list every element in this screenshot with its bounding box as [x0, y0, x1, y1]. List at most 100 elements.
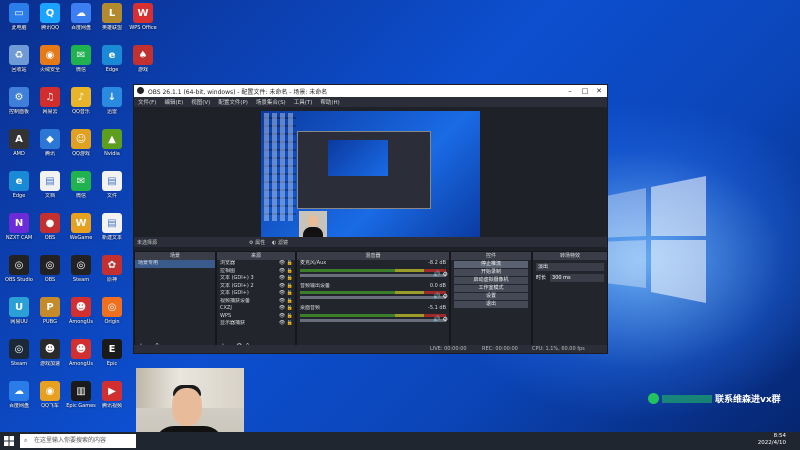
desktop-icon[interactable]: ▲ Nvidia [97, 129, 127, 167]
desktop-icon[interactable]: P PUBG [35, 297, 65, 335]
visibility-lock-icon[interactable]: 👁 🔓 [279, 305, 293, 313]
desktop-icon[interactable]: ♪ QQ音乐 [66, 87, 96, 125]
desktop-icon[interactable]: W WeGame [66, 213, 96, 251]
desktop-icon[interactable]: L 英雄联盟 [97, 3, 127, 41]
visibility-lock-icon[interactable]: 👁 🔓 [279, 275, 293, 283]
source-item[interactable]: 文本 (GDI+) 2 👁 🔓 [217, 283, 295, 291]
desktop-icon-label: QQ音乐 [72, 109, 90, 115]
visibility-lock-icon[interactable]: 👁 🔓 [279, 290, 293, 298]
menu-item[interactable]: 视图(V) [191, 98, 210, 106]
desktop-icon[interactable]: E Epic [97, 339, 127, 377]
desktop-icon[interactable]: ☻ AmongUs [66, 297, 96, 335]
app-icon: ☻ [71, 339, 91, 359]
desktop-icon[interactable]: ▥ Epic Games [66, 381, 96, 419]
wechat-icon [648, 393, 659, 404]
source-item[interactable]: 拉相图 👁 🔓 [217, 268, 295, 276]
visibility-lock-icon[interactable]: 👁 🔓 [279, 298, 293, 306]
volume-slider[interactable]: 🔊 ⚙ [300, 271, 448, 278]
source-item[interactable]: 文本 (GDI+) 3 👁 🔓 [217, 275, 295, 283]
mute-settings-icon[interactable]: 🔊 ⚙ [433, 316, 448, 323]
visibility-lock-icon[interactable]: 👁 🔓 [279, 283, 293, 291]
volume-slider[interactable]: 🔊 ⚙ [300, 316, 448, 323]
menu-item[interactable]: 帮助(H) [320, 98, 339, 106]
desktop-icon[interactable]: A AMD [4, 129, 34, 167]
desktop-icon[interactable]: W WPS Office [128, 3, 158, 41]
menu-item[interactable]: 配置文件(P) [218, 98, 248, 106]
windows-start-icon[interactable] [4, 436, 14, 446]
desktop-icon[interactable]: ♫ 网易云 [35, 87, 65, 125]
control-button[interactable]: 设置 [454, 293, 528, 300]
desktop-icon[interactable]: ☁ 百度网盘 [4, 381, 34, 419]
source-item[interactable]: CXZJ 👁 🔓 [217, 305, 295, 313]
duration-label: 时长 [536, 275, 547, 281]
source-item[interactable]: 显示器捕获 👁 🔓 [217, 320, 295, 328]
desktop-icon[interactable]: Q 腾讯QQ [35, 3, 65, 41]
desktop-icon[interactable]: ◎ OBS Studio [4, 255, 34, 293]
desktop-icon[interactable]: ▶ 腾讯视频 [97, 381, 127, 419]
source-toolbar: 未选择源 ⚙ 属性 ◐ 滤镜 [134, 237, 607, 247]
desktop-icon[interactable]: ● OBS [35, 213, 65, 251]
visibility-lock-icon[interactable]: 👁 🔓 [279, 268, 293, 276]
menu-item[interactable]: 工具(T) [294, 98, 313, 106]
transition-select[interactable]: 淡出 [536, 263, 604, 271]
obs-titlebar[interactable]: OBS 26.1.1 (64-bit, windows) - 配置文件: 未命名… [134, 85, 607, 97]
desktop-icon[interactable]: ☁ 百度网盘 [66, 3, 96, 41]
desktop-icon[interactable]: ◆ 腾讯 [35, 129, 65, 167]
desktop-icon[interactable]: ☻ AmongUs [66, 339, 96, 377]
volume-slider[interactable]: 🔊 ⚙ [300, 293, 448, 300]
desktop-icon[interactable]: U 网易UU [4, 297, 34, 335]
source-item[interactable]: WPS 👁 🔓 [217, 313, 295, 321]
control-button[interactable]: 退出 [454, 301, 528, 308]
desktop-icon[interactable]: ✿ 原神 [97, 255, 127, 293]
maximize-button[interactable]: □ [578, 85, 592, 97]
menu-item[interactable]: 场景集合(S) [256, 98, 286, 106]
desktop-icon[interactable]: ▤ 文件 [97, 171, 127, 209]
minimize-button[interactable]: – [563, 85, 577, 97]
mute-settings-icon[interactable]: 🔊 ⚙ [433, 293, 448, 300]
desktop-icon[interactable]: ♠ 游戏 [128, 45, 158, 83]
taskbar-search-input[interactable]: ⌕ 在这里输入你要搜索的内容 [20, 434, 136, 448]
desktop-icon[interactable]: ◎ Origin [97, 297, 127, 335]
duration-input[interactable]: 300 ms [550, 274, 604, 282]
visibility-lock-icon[interactable]: 👁 🔓 [279, 320, 293, 328]
desktop-icon[interactable]: ↓ 迅雷 [97, 87, 127, 125]
preview-webcam [299, 211, 327, 237]
menu-item[interactable]: 编辑(E) [164, 98, 183, 106]
taskbar-clock[interactable]: 8:54 2022/4/10 [758, 433, 786, 447]
desktop-icon[interactable]: e Edge [97, 45, 127, 83]
desktop-icon[interactable]: N NZXT CAM [4, 213, 34, 251]
desktop-icon[interactable]: ◉ 火绒安全 [35, 45, 65, 83]
control-button[interactable]: 启动虚拟摄像机 [454, 277, 528, 284]
source-item[interactable]: 视频捕获设备 👁 🔓 [217, 298, 295, 306]
visibility-lock-icon[interactable]: 👁 🔓 [279, 260, 293, 268]
obs-window[interactable]: OBS 26.1.1 (64-bit, windows) - 配置文件: 未命名… [133, 84, 608, 354]
control-button[interactable]: 工作室模式 [454, 285, 528, 292]
desktop-icon[interactable]: ⚙ 控制面板 [4, 87, 34, 125]
mixer-channel-name: 音频输出设备 [300, 282, 331, 289]
desktop-icon[interactable]: ✉ 微信 [66, 45, 96, 83]
desktop-icon[interactable]: ◉ QQ飞车 [35, 381, 65, 419]
scene-item[interactable]: 场景专用 [135, 260, 215, 268]
desktop-icon[interactable]: ◎ Steam [4, 339, 34, 377]
menu-item[interactable]: 文件(F) [138, 98, 156, 106]
scenes-dock: 场景 场景专用 + − ⌃ ⌄ [134, 251, 216, 353]
desktop-icon[interactable]: ☺ QQ游戏 [66, 129, 96, 167]
filters-button[interactable]: ◐ 滤镜 [272, 239, 288, 246]
close-button[interactable]: ✕ [592, 85, 606, 97]
desktop-icon[interactable]: ◎ OBS [35, 255, 65, 293]
control-button[interactable]: 开始录制 [454, 269, 528, 276]
desktop-icon[interactable]: ♻ 回收站 [4, 45, 34, 83]
visibility-lock-icon[interactable]: 👁 🔓 [279, 313, 293, 321]
desktop-icon[interactable]: ▤ 新建文本 [97, 213, 127, 251]
control-button[interactable]: 停止推流 [454, 261, 528, 268]
desktop-icon[interactable]: ☻ 游戏加速 [35, 339, 65, 377]
source-item[interactable]: 文本 (GDI+) 👁 🔓 [217, 290, 295, 298]
mute-settings-icon[interactable]: 🔊 ⚙ [433, 271, 448, 278]
desktop-icon[interactable]: ▤ 文档 [35, 171, 65, 209]
desktop-icon[interactable]: ◎ Steam [66, 255, 96, 293]
properties-button[interactable]: ⚙ 属性 [249, 239, 265, 246]
desktop-icon[interactable]: ▭ 此电脑 [4, 3, 34, 41]
desktop-icon[interactable]: e Edge [4, 171, 34, 209]
source-item[interactable]: 浏览器 👁 🔓 [217, 260, 295, 268]
desktop-icon[interactable]: ✉ 微信 [66, 171, 96, 209]
